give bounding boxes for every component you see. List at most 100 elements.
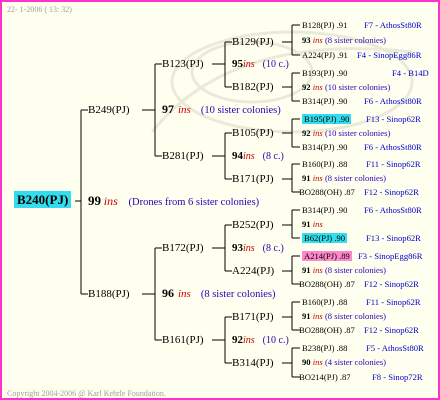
root-drone-info: 99 ins (Drones from 6 sister colonies) — [88, 193, 260, 209]
leaf-top[interactable]: B195(PJ) .90 — [302, 113, 352, 125]
leaf-note: (10 sister colonies) — [324, 82, 391, 92]
leaf-bottom[interactable]: BO288(OH) .87 — [299, 278, 355, 290]
leaf-line: F8 - Sinop72R — [372, 372, 423, 382]
leaf-line: F12 - Sinop62R — [364, 279, 419, 289]
g2-num: 92 — [232, 334, 243, 346]
leaf-bottom[interactable]: B62(PJ) .90 — [302, 232, 348, 244]
leaf-line: F5 - AthosSt80R — [366, 343, 424, 353]
g1-num: 96 — [162, 286, 174, 300]
leaf-line: F4 - B14D — [392, 68, 429, 78]
leaf-ins: ins — [312, 82, 323, 92]
leaf-note: (8 sister colonies) — [324, 265, 387, 275]
g1-note: (10 sister colonies) — [200, 105, 281, 116]
leaf-ins: ins — [312, 219, 323, 229]
leaf-ins: ins — [312, 173, 323, 183]
leaf-num: 91 — [302, 173, 311, 183]
leaf-drones: 90 ins (4 sister colonies) — [302, 356, 386, 368]
leaf-bottom[interactable]: BO288(OH) .87 — [299, 186, 355, 198]
leaf-ins: ins — [312, 265, 323, 275]
g3-node[interactable]: B182(PJ) — [232, 81, 274, 93]
date-stamp: 22- 1-2006 ( 13: 32) — [7, 5, 72, 14]
leaf-note: (8 sister colonies) — [324, 35, 387, 45]
leaf-bottom[interactable]: BO214(PJ) .87 — [299, 371, 351, 383]
g2-drone-info: 92ins (10 c.) — [232, 333, 289, 347]
leaf-top[interactable]: A214(PJ) .89 — [302, 250, 352, 262]
leaf-ins: ins — [312, 311, 323, 321]
leaf-line: F6 - AthosSt80R — [364, 142, 422, 152]
g1-ins: ins — [178, 104, 191, 116]
g3-node[interactable]: B129(PJ) — [232, 36, 274, 48]
leaf-num: 91 — [302, 219, 311, 229]
leaf-note: (8 sister colonies) — [324, 173, 387, 183]
g3-node[interactable]: A224(PJ) — [232, 265, 274, 277]
g1-note: (8 sister colonies) — [200, 289, 276, 300]
leaf-top[interactable]: B193(PJ) .90 — [302, 67, 347, 79]
leaf-top[interactable]: B128(PJ) .91 — [302, 19, 347, 31]
g2-note: (8 c.) — [262, 151, 284, 162]
leaf-bottom[interactable]: B314(PJ) .90 — [302, 95, 347, 107]
leaf-ins: ins — [312, 357, 323, 367]
g3-node[interactable]: B171(PJ) — [232, 173, 274, 185]
leaf-note: (10 sister colonies) — [324, 128, 391, 138]
g2-node[interactable]: B161(PJ) — [162, 334, 204, 346]
g1-node[interactable]: B249(PJ) — [88, 104, 130, 116]
leaf-drones: 92 ins (10 sister colonies) — [302, 127, 390, 139]
leaf-drones: 91 ins (8 sister colonies) — [302, 264, 386, 276]
leaf-bottom[interactable]: A224(PJ) .91 — [302, 49, 348, 61]
g2-node[interactable]: B172(PJ) — [162, 242, 204, 254]
leaf-num: 91 — [302, 311, 311, 321]
g2-ins: ins — [243, 335, 255, 346]
g2-note: (10 c.) — [262, 335, 289, 346]
leaf-num: 92 — [302, 128, 311, 138]
leaf-drones: 93 ins (8 sister colonies) — [302, 34, 386, 46]
leaf-top[interactable]: B160(PJ) .88 — [302, 296, 347, 308]
pedigree-frame: 22- 1-2006 ( 13: 32) Copyright 2004-2006… — [0, 0, 440, 400]
leaf-line: F4 - SinopEgg86R — [357, 50, 422, 60]
g2-ins: ins — [243, 59, 255, 70]
leaf-top[interactable]: B238(PJ) .88 — [302, 342, 347, 354]
g2-drone-info: 93ins (8 c.) — [232, 241, 284, 255]
leaf-line: F13 - Sinop62R — [366, 114, 421, 124]
leaf-ins: ins — [312, 35, 323, 45]
g2-note: (10 c.) — [262, 59, 289, 70]
leaf-drones: 92 ins (10 sister colonies) — [302, 81, 390, 93]
leaf-line: F3 - SinopEgg86R — [358, 251, 423, 261]
g3-node[interactable]: B105(PJ) — [232, 127, 274, 139]
g2-num: 94 — [232, 150, 243, 162]
root-note: (Drones from 6 sister colonies) — [128, 197, 260, 208]
leaf-note: (4 sister colonies) — [324, 357, 387, 367]
leaf-top-highlight: A214(PJ) .89 — [302, 251, 352, 261]
leaf-line: F12 - Sinop62R — [364, 325, 419, 335]
g1-num: 97 — [162, 102, 174, 116]
leaf-line: F11 - Sinop62R — [366, 297, 421, 307]
leaf-top[interactable]: B160(PJ) .88 — [302, 158, 347, 170]
g2-ins: ins — [243, 243, 255, 254]
leaf-num: 91 — [302, 265, 311, 275]
leaf-top-highlight: B195(PJ) .90 — [302, 114, 352, 124]
g2-node[interactable]: B281(PJ) — [162, 150, 204, 162]
g1-ins: ins — [178, 288, 191, 300]
g2-num: 93 — [232, 242, 243, 254]
leaf-top[interactable]: B314(PJ) .90 — [302, 204, 347, 216]
leaf-line: F7 - AthosSt80R — [364, 20, 422, 30]
leaf-ins: ins — [312, 128, 323, 138]
g2-note: (8 c.) — [262, 243, 284, 254]
g1-node[interactable]: B188(PJ) — [88, 288, 130, 300]
leaf-bottom[interactable]: B314(PJ) .90 — [302, 141, 347, 153]
leaf-bottom[interactable]: BO288(OH) .87 — [299, 324, 355, 336]
leaf-line: F12 - Sinop62R — [364, 187, 419, 197]
root-num: 99 — [88, 193, 101, 208]
leaf-drones: 91 ins (8 sister colonies) — [302, 310, 386, 322]
leaf-line: F13 - Sinop62R — [366, 233, 421, 243]
g3-node[interactable]: B171(PJ) — [232, 311, 274, 323]
leaf-num: 92 — [302, 82, 311, 92]
copyright-text: Copyright 2004-2006 @ Karl Kehrle Founda… — [7, 389, 166, 398]
g2-num: 95 — [232, 58, 243, 70]
leaf-drones: 91 ins — [302, 218, 323, 230]
g3-node[interactable]: B252(PJ) — [232, 219, 274, 231]
leaf-num: 90 — [302, 357, 311, 367]
leaf-line: F11 - Sinop62R — [366, 159, 421, 169]
g3-node[interactable]: B314(PJ) — [232, 357, 274, 369]
root-queen[interactable]: B240(PJ) — [14, 191, 72, 208]
g2-node[interactable]: B123(PJ) — [162, 58, 204, 70]
